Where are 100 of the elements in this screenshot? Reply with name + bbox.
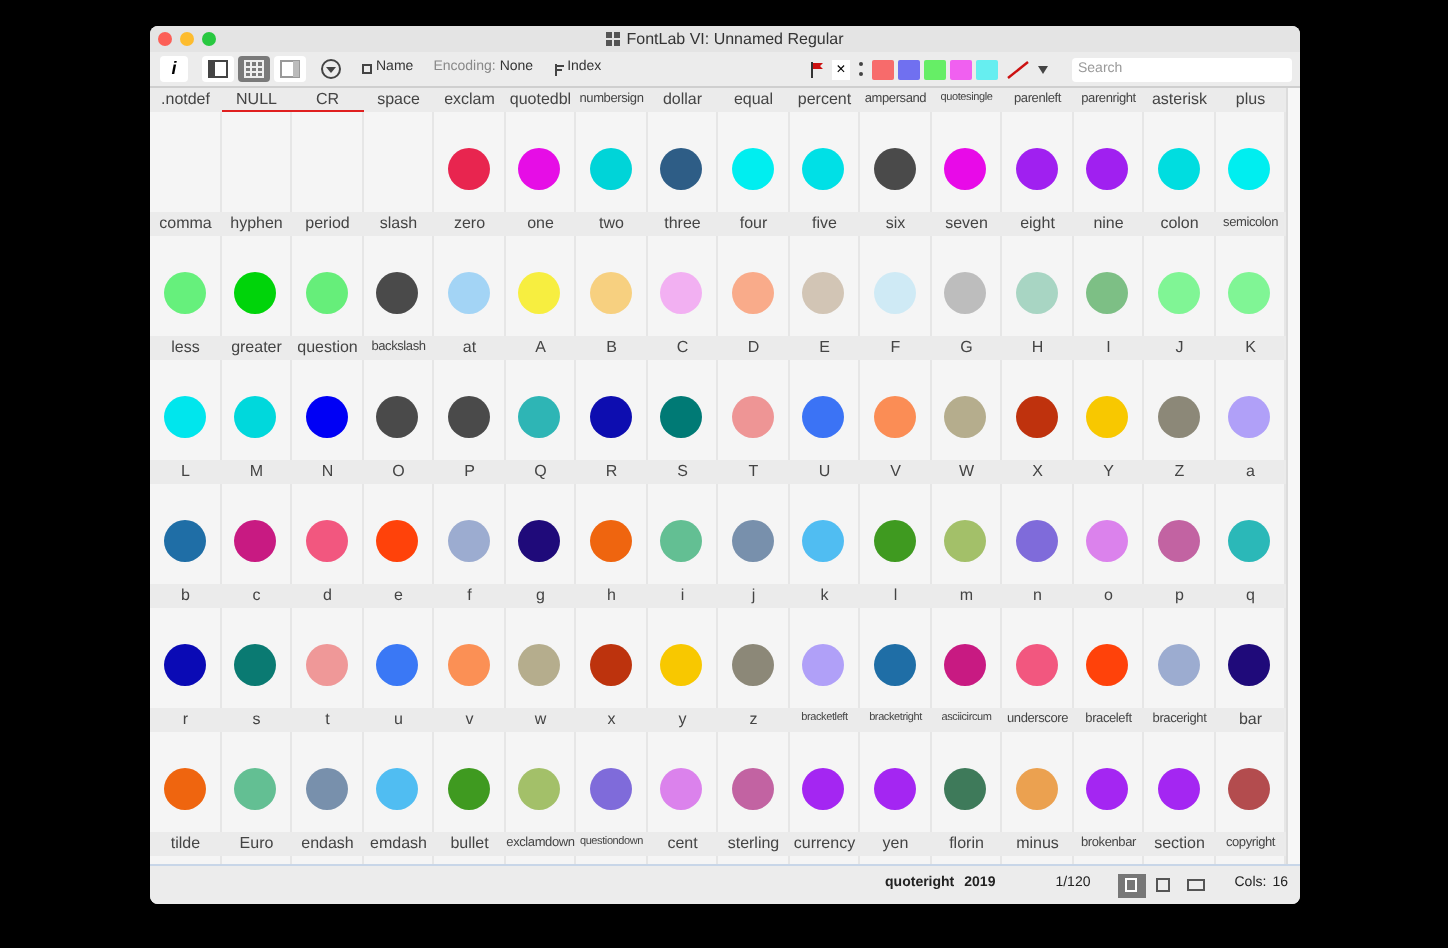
glyph-name-label[interactable]: o bbox=[1073, 584, 1144, 608]
glyph-name-label[interactable]: L bbox=[150, 460, 221, 484]
glyph-name-label[interactable]: five bbox=[789, 212, 860, 236]
glyph-name-label[interactable]: greater bbox=[221, 336, 292, 360]
glyph-name-label[interactable]: emdash bbox=[363, 832, 434, 856]
glyph-name-label[interactable]: asterisk bbox=[1144, 88, 1215, 112]
view-toggle[interactable] bbox=[274, 56, 306, 82]
glyph-name-label[interactable]: comma bbox=[150, 212, 221, 236]
glyph-name-label[interactable]: r bbox=[150, 708, 221, 732]
color-swatch[interactable] bbox=[924, 59, 946, 79]
glyph-name-label[interactable]: florin bbox=[931, 832, 1002, 856]
glyph-name-label[interactable]: N bbox=[292, 460, 363, 484]
glyph-name-label[interactable]: Q bbox=[505, 460, 576, 484]
glyph-name-label[interactable]: m bbox=[931, 584, 1002, 608]
glyph-name-label[interactable]: i bbox=[647, 584, 718, 608]
glyph-name-label[interactable]: cent bbox=[647, 832, 718, 856]
glyph-name-label[interactable]: X bbox=[1002, 460, 1073, 484]
glyph-name-label[interactable]: eight bbox=[1002, 212, 1073, 236]
glyph-name-label[interactable]: nine bbox=[1073, 212, 1144, 236]
glyph-name-label[interactable]: space bbox=[363, 88, 434, 112]
glyph-name-label[interactable]: s bbox=[221, 708, 292, 732]
glyph-name-label[interactable]: H bbox=[1002, 336, 1073, 360]
glyph-name-label[interactable]: M bbox=[221, 460, 292, 484]
glyph-name-label[interactable]: exclam bbox=[434, 88, 505, 112]
glyph-name-label[interactable]: at bbox=[434, 336, 505, 360]
glyph-name-label[interactable]: x bbox=[576, 708, 647, 732]
glyph-name-label[interactable]: dollar bbox=[647, 88, 718, 112]
color-swatch[interactable] bbox=[976, 59, 998, 79]
glyph-name-label[interactable]: y bbox=[647, 708, 718, 732]
glyph-name-label[interactable]: d bbox=[292, 584, 363, 608]
glyph-name-label[interactable]: slash bbox=[363, 212, 434, 236]
glyph-name-label[interactable]: z bbox=[718, 708, 789, 732]
glyph-name-label[interactable]: g bbox=[505, 584, 576, 608]
glyph-name-label[interactable]: four bbox=[718, 212, 789, 236]
glyph-name-label[interactable]: six bbox=[860, 212, 931, 236]
glyph-name-label[interactable]: P bbox=[434, 460, 505, 484]
stepper-icon[interactable] bbox=[858, 60, 864, 78]
info-button[interactable]: i bbox=[160, 56, 188, 82]
no-color-swatch[interactable] bbox=[1006, 59, 1030, 79]
zoom-button[interactable] bbox=[202, 32, 216, 46]
filter-icon[interactable] bbox=[320, 58, 342, 80]
glyph-name-label[interactable]: Y bbox=[1073, 460, 1144, 484]
view-size-button[interactable] bbox=[1118, 873, 1147, 897]
glyph-name-label[interactable]: S bbox=[647, 460, 718, 484]
glyph-name-label[interactable]: less bbox=[150, 336, 221, 360]
glyph-name-label[interactable]: I bbox=[1073, 336, 1144, 360]
glyph-name-label[interactable]: bar bbox=[1215, 708, 1286, 732]
glyph-name-label[interactable]: Euro bbox=[221, 832, 292, 856]
glyph-name-label[interactable]: b bbox=[150, 584, 221, 608]
glyph-name-label[interactable]: c bbox=[221, 584, 292, 608]
glyph-name-label[interactable]: zero bbox=[434, 212, 505, 236]
glyph-name-label[interactable]: seven bbox=[931, 212, 1002, 236]
glyph-name-label[interactable]: .notdef bbox=[150, 88, 221, 112]
glyph-name-label[interactable]: hyphen bbox=[221, 212, 292, 236]
glyph-name-label[interactable]: G bbox=[931, 336, 1002, 360]
glyph-name-label[interactable]: D bbox=[718, 336, 789, 360]
glyph-name-label[interactable]: K bbox=[1215, 336, 1286, 360]
glyph-name-label[interactable]: quotedbl bbox=[505, 88, 576, 112]
glyph-name-label[interactable]: bullet bbox=[434, 832, 505, 856]
flag-icon[interactable] bbox=[810, 61, 824, 77]
glyph-name-label[interactable]: v bbox=[434, 708, 505, 732]
glyph-name-label[interactable]: endash bbox=[292, 832, 363, 856]
glyph-name-label[interactable]: one bbox=[505, 212, 576, 236]
glyph-name-label[interactable]: k bbox=[789, 584, 860, 608]
glyph-name-label[interactable]: u bbox=[363, 708, 434, 732]
glyph-name-label[interactable]: currency bbox=[789, 832, 860, 856]
clear-button[interactable]: × bbox=[832, 59, 850, 79]
close-button[interactable] bbox=[158, 32, 172, 46]
glyph-name-label[interactable]: B bbox=[576, 336, 647, 360]
view-size-button[interactable] bbox=[1182, 873, 1211, 897]
glyph-name-label[interactable]: three bbox=[647, 212, 718, 236]
glyph-name-label[interactable]: section bbox=[1144, 832, 1215, 856]
glyph-name-label[interactable]: a bbox=[1215, 460, 1286, 484]
glyph-name-label[interactable]: Z bbox=[1144, 460, 1215, 484]
glyph-name-label[interactable]: j bbox=[718, 584, 789, 608]
glyph-name-label[interactable]: W bbox=[931, 460, 1002, 484]
glyph-name-label[interactable]: T bbox=[718, 460, 789, 484]
color-swatch[interactable] bbox=[872, 59, 894, 79]
glyph-name-label[interactable]: e bbox=[363, 584, 434, 608]
view-toggle[interactable] bbox=[202, 56, 234, 82]
glyph-name-label[interactable]: F bbox=[860, 336, 931, 360]
glyph-name-label[interactable]: two bbox=[576, 212, 647, 236]
glyph-name-label[interactable]: V bbox=[860, 460, 931, 484]
glyph-name-label[interactable]: yen bbox=[860, 832, 931, 856]
color-swatch[interactable] bbox=[950, 59, 972, 79]
glyph-name-label[interactable]: h bbox=[576, 584, 647, 608]
glyph-name-label[interactable]: J bbox=[1144, 336, 1215, 360]
glyph-name-label[interactable]: percent bbox=[789, 88, 860, 112]
glyph-name-label[interactable]: C bbox=[647, 336, 718, 360]
glyph-name-label[interactable]: w bbox=[505, 708, 576, 732]
glyph-name-label[interactable]: sterling bbox=[718, 832, 789, 856]
glyph-name-label[interactable]: period bbox=[292, 212, 363, 236]
glyph-name-label[interactable]: tilde bbox=[150, 832, 221, 856]
glyph-name-label[interactable]: plus bbox=[1215, 88, 1286, 112]
glyph-name-label[interactable]: E bbox=[789, 336, 860, 360]
glyph-name-label[interactable]: minus bbox=[1002, 832, 1073, 856]
glyph-name-label[interactable]: U bbox=[789, 460, 860, 484]
view-toggle[interactable] bbox=[238, 56, 270, 82]
glyph-name-label[interactable]: n bbox=[1002, 584, 1073, 608]
glyph-name-label[interactable]: q bbox=[1215, 584, 1286, 608]
